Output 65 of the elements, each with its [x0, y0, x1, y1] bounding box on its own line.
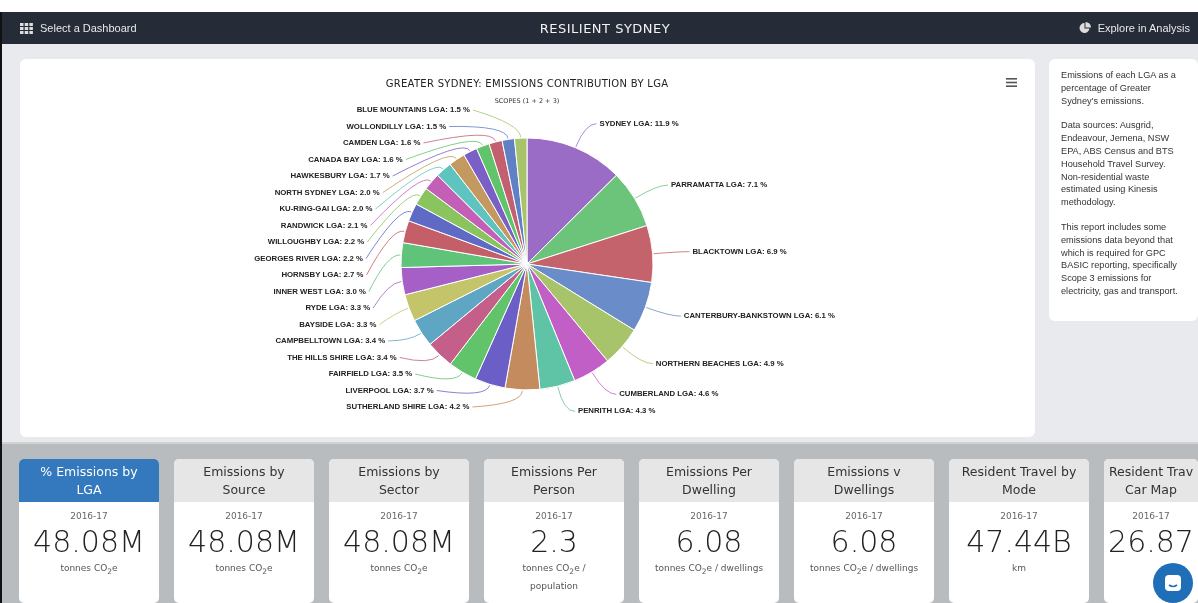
menu-icon[interactable] — [1006, 78, 1017, 87]
leader-line — [557, 386, 576, 412]
leader-line — [645, 307, 682, 317]
year-label: 2016-17 — [225, 511, 263, 521]
leader-line — [575, 123, 597, 148]
card-tab[interactable]: % Emissions by LGA — [19, 459, 159, 502]
metric-card[interactable]: Emissions by Source 2016-17 48.08M tonnes CO$_{2}$e — [174, 459, 314, 603]
unit-label: tonnes CO$_{2}$e — [60, 562, 118, 578]
metric-value: 48.08M — [33, 524, 145, 560]
leader-line — [592, 372, 617, 395]
metric-value: 48.08M — [188, 524, 300, 560]
metric-value: 6.08 — [675, 524, 743, 560]
unit-label: tonnes CO$_{2}$e / population — [522, 562, 586, 593]
metric-card[interactable]: Emissions v Dwellings 2016-17 6.08 tonnes CO$_{2}$e / dwellings — [794, 459, 934, 603]
year-label: 2016-17 — [380, 511, 418, 521]
info-paragraph: Data sources: Ausgrid, Endeavour, Jemena, NSW EPA, ABS Census and BTS Household Travel Survey. Non-residential waste estimated using Kinesis methodology. — [1061, 119, 1175, 209]
analysis-link[interactable]: Explore in Analysis — [990, 22, 1190, 34]
leader-line — [368, 254, 401, 292]
dashboard-link-text[interactable]: Select a Dashboard — [40, 22, 137, 34]
year-label: 2016-17 — [535, 511, 573, 521]
metric-value: 26.87 — [1108, 524, 1194, 560]
unit-label: tonnes CO$_{2}$e / dwellings — [654, 562, 764, 578]
metric-value: 47.44B — [966, 524, 1072, 560]
card-tab[interactable]: Emissions Per Dwelling — [639, 459, 779, 502]
metric-card[interactable]: % Emissions by LGA 2016-17 48.08M tonnes CO$_{2}$e — [19, 459, 159, 603]
unit-label: km — [1012, 562, 1026, 575]
analysis-link-text[interactable]: Explore in Analysis — [1097, 22, 1190, 34]
leader-line — [387, 333, 422, 342]
metric-card[interactable]: Resident Travel by Mode 2016-17 47.44B km — [949, 459, 1089, 603]
app-title: RESILIENT SYDNEY — [539, 20, 671, 36]
metric-card[interactable]: Emissions by Sector 2016-17 48.08M tonnes CO$_{2}$e — [329, 459, 469, 603]
leader-line — [399, 355, 440, 362]
chart-title: GREATER SYDNEY: EMISSIONS CONTRIBUTION BY LGA — [385, 78, 669, 89]
metric-value: 48.08M — [343, 524, 455, 560]
unit-label: tonnes CO$_{2}$e / dwellings — [809, 562, 919, 578]
year-label: 2016-17 — [1000, 511, 1038, 521]
card-tab[interactable]: Emissions Per Person — [484, 459, 624, 502]
metric-card[interactable]: Emissions Per Dwelling 2016-17 6.08 tonnes CO$_{2}$e / dwellings — [639, 459, 779, 603]
leader-line — [635, 184, 669, 199]
leader-line — [366, 194, 421, 243]
card-tab[interactable]: Emissions v Dwellings — [794, 459, 934, 502]
year-label: 2016-17 — [70, 511, 108, 521]
unit-label: tonnes CO$_{2}$e — [215, 562, 273, 578]
metric-value: 6.08 — [830, 524, 898, 560]
metric-card[interactable]: Resident Trav Car Map 2016-17 26.87 — [1104, 459, 1198, 603]
leader-line — [622, 346, 654, 365]
year-label: 2016-17 — [690, 511, 728, 521]
metric-value: 2.3 — [530, 524, 578, 560]
leader-line — [366, 230, 405, 276]
card-tab[interactable]: Emissions by Source — [174, 459, 314, 502]
chat-icon — [1164, 574, 1182, 592]
pie-chart-icon — [1078, 22, 1091, 34]
leader-line — [414, 372, 463, 380]
metric-card[interactable]: Emissions Per Person 2016-17 2.3 tonnes CO$_{2}$e / population — [484, 459, 624, 603]
card-tab[interactable]: Resident Trav Car Map — [1104, 459, 1198, 502]
dashboard-link[interactable]: Select a Dashboard — [20, 22, 220, 34]
info-paragraph: Emissions of each LGA as a percentage of Greater Sydney's emissions. — [1061, 69, 1177, 108]
card-tab[interactable]: Emissions by Sector — [329, 459, 469, 502]
grid-icon — [20, 22, 33, 34]
year-label: 2016-17 — [1132, 511, 1170, 521]
card-tab[interactable]: Resident Travel by Mode — [949, 459, 1089, 502]
unit-label: tonnes CO$_{2}$e — [370, 562, 428, 578]
year-label: 2016-17 — [845, 511, 883, 521]
leader-line — [653, 251, 690, 255]
info-paragraph: This report includes some emissions data beyond that which is required for GPC BASIC reporting, specifically Scope 3 emissions for electricity, gas and transport. — [1061, 220, 1179, 298]
